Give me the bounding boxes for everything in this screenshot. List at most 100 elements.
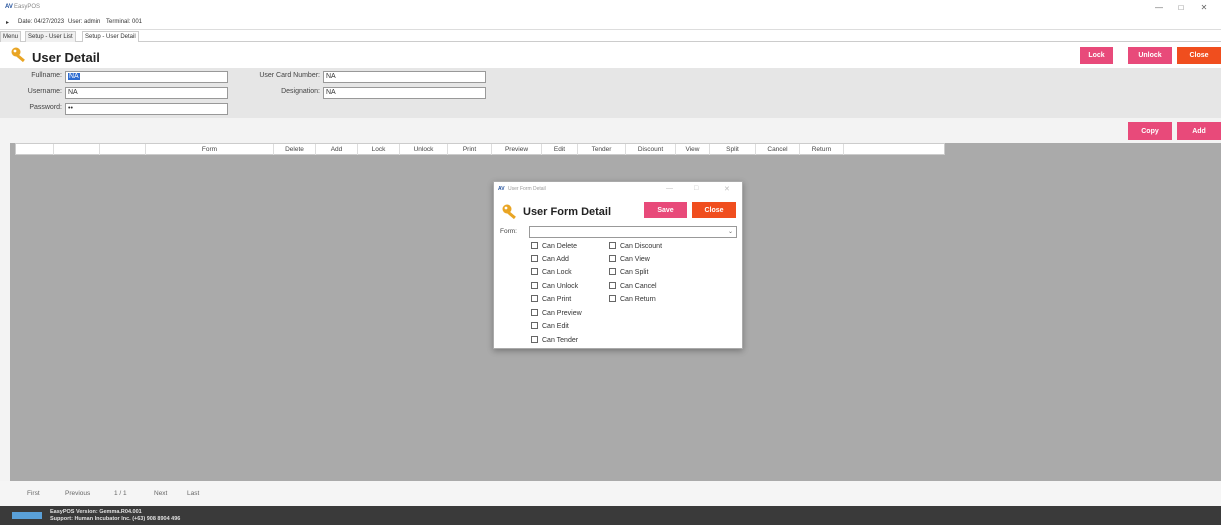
checkbox-box[interactable] — [531, 309, 538, 316]
can-preview-checkbox[interactable]: Can Preview — [531, 309, 582, 317]
maximize-button[interactable]: □ — [1172, 3, 1190, 12]
grid-column-header[interactable]: Print — [448, 144, 492, 155]
grid-column-header[interactable]: Delete — [274, 144, 316, 155]
chevron-down-icon: ⌄ — [727, 229, 733, 235]
status-footer: EasyPOS Version: Gemma.R04.001 Support: … — [0, 506, 1221, 525]
checkbox-box[interactable] — [531, 242, 538, 249]
lock-button[interactable]: Lock — [1080, 47, 1113, 64]
session-date: Date: 04/27/2023 — [18, 19, 65, 25]
form-label: Form: — [500, 228, 517, 235]
grid-column-header[interactable]: Return — [800, 144, 844, 155]
checkbox-box[interactable] — [531, 282, 538, 289]
grid-column-header[interactable] — [100, 144, 146, 155]
key-icon — [11, 47, 25, 63]
grid-column-header[interactable]: Cancel — [756, 144, 800, 155]
can-split-checkbox[interactable]: Can Split — [609, 268, 648, 276]
grid-column-header[interactable]: Form — [146, 144, 274, 155]
checkbox-box[interactable] — [531, 255, 538, 262]
can-lock-checkbox[interactable]: Can Lock — [531, 268, 572, 276]
previous-page-button[interactable]: Previous — [65, 490, 90, 497]
can-delete-checkbox[interactable]: Can Delete — [531, 242, 577, 250]
copy-button[interactable]: Copy — [1128, 122, 1172, 140]
app-title: EasyPOS — [14, 4, 41, 10]
grid-column-header[interactable] — [16, 144, 54, 155]
session-terminal: Terminal: 001 — [106, 19, 143, 25]
checkbox-box[interactable] — [609, 255, 616, 262]
window-titlebar: AV EasyPOS — □ ✕ — [0, 0, 1221, 16]
grid-column-header[interactable]: Discount — [626, 144, 676, 155]
grid-header: Form Delete Add Lock Unlock Print Previe… — [15, 143, 945, 155]
grid-column-header[interactable]: Add — [316, 144, 358, 155]
minimize-button[interactable]: — — [1150, 3, 1168, 12]
save-button[interactable]: Save — [644, 202, 687, 218]
checkbox-box[interactable] — [531, 295, 538, 302]
card-number-label: User Card Number: — [259, 72, 320, 79]
dialog-maximize-button[interactable]: □ — [694, 185, 698, 192]
unlock-button[interactable]: Unlock — [1128, 47, 1172, 64]
grid-column-header[interactable]: Tender — [578, 144, 626, 155]
designation-label: Designation: — [281, 88, 320, 95]
add-button[interactable]: Add — [1177, 122, 1221, 140]
tab-strip: Menu Setup - User List Setup - User Deta… — [0, 30, 1221, 42]
can-view-checkbox[interactable]: Can View — [609, 255, 650, 263]
can-return-checkbox[interactable]: Can Return — [609, 295, 656, 303]
dialog-titlebar: AV User Form Detail — □ ✕ — [494, 182, 742, 196]
version-text: EasyPOS Version: Gemma.R04.001 — [50, 509, 142, 515]
tab-user-detail[interactable]: Setup - User Detail — [82, 31, 139, 42]
checkbox-box[interactable] — [531, 268, 538, 275]
dialog-close-button[interactable]: Close — [692, 202, 736, 218]
grid-column-header[interactable] — [54, 144, 100, 155]
card-number-field[interactable]: NA — [323, 71, 486, 83]
checkbox-box[interactable] — [609, 295, 616, 302]
window-close-button[interactable]: ✕ — [1195, 3, 1213, 12]
can-edit-checkbox[interactable]: Can Edit — [531, 322, 569, 330]
user-form-panel: Fullname: NA Username: NA Password: •• U… — [0, 68, 1221, 118]
page-title: User Detail — [32, 50, 100, 65]
can-unlock-checkbox[interactable]: Can Unlock — [531, 282, 578, 290]
tab-user-list[interactable]: Setup - User List — [25, 31, 76, 42]
can-cancel-checkbox[interactable]: Can Cancel — [609, 282, 657, 290]
password-label: Password: — [29, 104, 62, 111]
designation-field[interactable]: NA — [323, 87, 486, 99]
form-select[interactable]: ⌄ — [529, 226, 737, 238]
support-text: Support: Human Incubator Inc. (+63) 908 … — [50, 516, 181, 522]
key-icon — [502, 204, 516, 220]
company-logo-icon — [12, 512, 42, 519]
can-add-checkbox[interactable]: Can Add — [531, 255, 569, 263]
grid-column-header[interactable]: Edit — [542, 144, 578, 155]
dialog-logo-icon: AV — [498, 186, 505, 192]
password-field[interactable]: •• — [65, 103, 228, 115]
checkbox-box[interactable] — [609, 282, 616, 289]
session-info-bar: ▸ Date: 04/27/2023 User: admin Terminal:… — [0, 16, 1221, 30]
dialog-minimize-button[interactable]: — — [666, 185, 673, 192]
page-header: User Detail Lock Unlock Close — [0, 42, 1221, 68]
session-user: User: admin — [68, 19, 101, 25]
grid-toolbar: Copy Add — [0, 118, 1221, 143]
username-field[interactable]: NA — [65, 87, 228, 99]
grid-column-header[interactable]: Split — [710, 144, 756, 155]
next-page-button[interactable]: Next — [154, 490, 167, 497]
app-logo-icon: AV — [5, 4, 13, 10]
grid-column-header[interactable]: Lock — [358, 144, 400, 155]
tab-menu[interactable]: Menu — [0, 31, 22, 42]
checkbox-box[interactable] — [609, 268, 616, 275]
checkbox-box[interactable] — [609, 242, 616, 249]
checkbox-box[interactable] — [531, 322, 538, 329]
menu-toggle-icon[interactable]: ▸ — [6, 19, 9, 26]
grid-column-header[interactable]: Preview — [492, 144, 542, 155]
fullname-field[interactable]: NA — [65, 71, 228, 83]
dialog-close-x-button[interactable]: ✕ — [724, 185, 730, 193]
user-form-detail-dialog: AV User Form Detail — □ ✕ User Form Deta… — [493, 181, 743, 349]
grid-column-header[interactable]: View — [676, 144, 710, 155]
last-page-button[interactable]: Last — [187, 490, 199, 497]
dialog-window-title: User Form Detail — [508, 186, 546, 192]
close-button[interactable]: Close — [1177, 47, 1221, 64]
can-discount-checkbox[interactable]: Can Discount — [609, 242, 662, 250]
first-page-button[interactable]: First — [27, 490, 40, 497]
page-indicator: 1 / 1 — [114, 490, 127, 497]
checkbox-box[interactable] — [531, 336, 538, 343]
pager: First Previous 1 / 1 Next Last — [0, 481, 1221, 506]
grid-column-header[interactable]: Unlock — [400, 144, 448, 155]
can-print-checkbox[interactable]: Can Print — [531, 295, 571, 303]
can-tender-checkbox[interactable]: Can Tender — [531, 336, 578, 344]
